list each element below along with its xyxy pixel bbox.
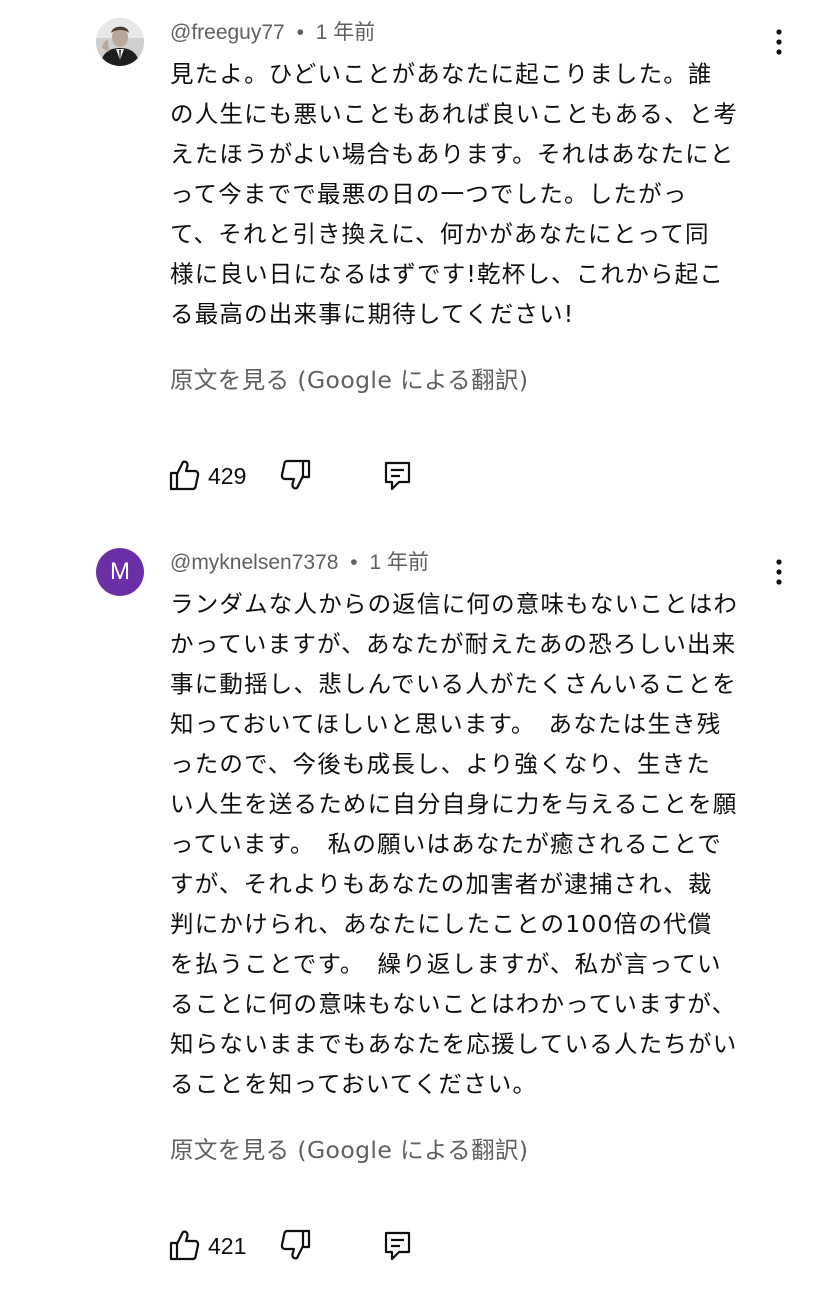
- comment-text: 見たよ。ひどいことがあなたに起こりました。誰 の人生にも悪いこともあれば良いこと…: [170, 60, 739, 328]
- dislike-button[interactable]: [280, 458, 312, 492]
- avatar-letter: M: [110, 558, 130, 585]
- reply-button[interactable]: [382, 458, 414, 492]
- meta-separator: •: [350, 551, 358, 574]
- avatar-portrait: [96, 18, 144, 66]
- reply-button[interactable]: [382, 1228, 414, 1262]
- more-vertical-icon[interactable]: [768, 558, 790, 586]
- meta-separator: •: [296, 21, 304, 44]
- like-button[interactable]: [168, 1228, 200, 1262]
- comment-text: ランダムな人からの返信に何の意味もないことはわ かっていますが、あなたが耐えたあ…: [170, 590, 739, 1098]
- thumbs-down-icon: [280, 1229, 311, 1260]
- comment-actions: 429: [168, 456, 428, 496]
- see-original-link[interactable]: 原文を見る (Google による翻訳): [170, 1132, 528, 1168]
- reply-comment-icon: [384, 1231, 411, 1261]
- comment-time[interactable]: 1 年前: [369, 551, 429, 574]
- comment-author[interactable]: @myknelsen7378: [170, 551, 338, 574]
- more-vertical-icon[interactable]: [768, 28, 790, 56]
- reply-comment-icon: [384, 461, 411, 491]
- comment-author[interactable]: @freeguy77: [170, 21, 285, 44]
- comment-meta: @freeguy77 • 1 年前: [170, 18, 375, 48]
- like-count: 429: [208, 463, 247, 489]
- user-photo-avatar[interactable]: [96, 18, 144, 66]
- thumbs-up-icon: [169, 460, 200, 491]
- like-count: 421: [208, 1233, 247, 1259]
- comment-actions: 421: [168, 1226, 428, 1266]
- comment-time[interactable]: 1 年前: [316, 21, 376, 44]
- thumbs-down-icon: [280, 459, 311, 490]
- user-letter-avatar[interactable]: M: [96, 548, 144, 596]
- like-button[interactable]: [168, 458, 200, 492]
- comment-meta: @myknelsen7378 • 1 年前: [170, 548, 429, 578]
- dislike-button[interactable]: [280, 1228, 312, 1262]
- see-original-link[interactable]: 原文を見る (Google による翻訳): [170, 362, 528, 398]
- thumbs-up-icon: [169, 1230, 200, 1261]
